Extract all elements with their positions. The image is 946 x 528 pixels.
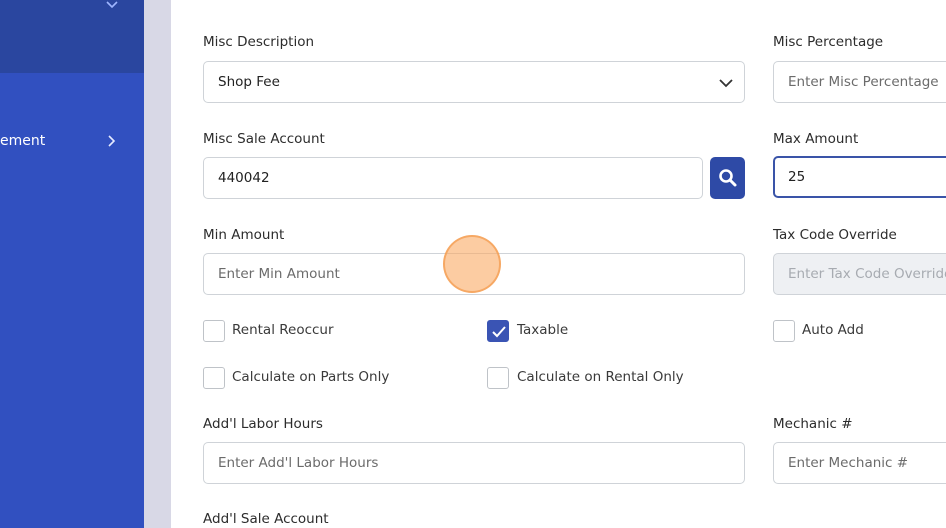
chevron-down-icon xyxy=(719,79,733,88)
tax-code-override-placeholder: Enter Tax Code Override xyxy=(788,266,946,282)
taxable-label[interactable]: Taxable xyxy=(517,321,568,339)
cursor-indicator xyxy=(443,235,501,293)
tax-code-override-label: Tax Code Override xyxy=(773,227,897,243)
taxable-checkbox[interactable] xyxy=(487,320,509,342)
addl-labor-hours-input[interactable]: Enter Add'l Labor Hours xyxy=(203,442,745,484)
max-amount-label: Max Amount xyxy=(773,131,859,147)
rental-reoccur-checkbox[interactable] xyxy=(203,320,225,342)
sidebar-item-label: ement xyxy=(0,133,46,149)
search-icon xyxy=(719,169,737,187)
calc-rental-only-checkbox[interactable] xyxy=(487,367,509,389)
checkmark-icon xyxy=(492,326,506,338)
addl-labor-hours-label: Add'l Labor Hours xyxy=(203,416,323,432)
min-amount-label: Min Amount xyxy=(203,227,285,243)
chevron-down-icon[interactable] xyxy=(105,0,119,10)
sidebar-header[interactable] xyxy=(0,0,144,73)
misc-description-select[interactable]: Shop Fee xyxy=(203,61,745,103)
page-gutter xyxy=(144,0,171,528)
max-amount-value: 25 xyxy=(788,169,806,185)
calc-rental-only-label[interactable]: Calculate on Rental Only xyxy=(517,368,684,386)
misc-description-value: Shop Fee xyxy=(218,74,280,90)
max-amount-input[interactable]: 25 xyxy=(773,156,946,198)
auto-add-checkbox[interactable] xyxy=(773,320,795,342)
mechanic-no-placeholder: Enter Mechanic # xyxy=(788,455,909,471)
rental-reoccur-label[interactable]: Rental Reoccur xyxy=(232,321,334,339)
addl-sale-account-label: Add'l Sale Account xyxy=(203,511,329,527)
misc-description-label: Misc Description xyxy=(203,34,315,50)
chevron-right-icon xyxy=(108,135,116,147)
sidebar: ement xyxy=(0,0,144,528)
misc-sale-account-input[interactable]: 440042 xyxy=(203,157,703,199)
min-amount-placeholder: Enter Min Amount xyxy=(218,266,340,282)
calc-parts-only-checkbox[interactable] xyxy=(203,367,225,389)
misc-sale-account-value: 440042 xyxy=(218,170,270,186)
misc-percentage-input[interactable]: Enter Misc Percentage xyxy=(773,61,946,103)
misc-percentage-label: Misc Percentage xyxy=(773,34,884,50)
misc-sale-account-label: Misc Sale Account xyxy=(203,131,325,147)
mechanic-no-label: Mechanic # xyxy=(773,416,853,432)
tax-code-override-input[interactable]: Enter Tax Code Override xyxy=(773,253,946,295)
auto-add-label[interactable]: Auto Add xyxy=(802,321,864,339)
mechanic-no-input[interactable]: Enter Mechanic # xyxy=(773,442,946,484)
addl-labor-hours-placeholder: Enter Add'l Labor Hours xyxy=(218,455,379,471)
search-account-button[interactable] xyxy=(710,157,745,199)
misc-percentage-placeholder: Enter Misc Percentage xyxy=(788,74,939,90)
calc-parts-only-label[interactable]: Calculate on Parts Only xyxy=(232,368,389,386)
